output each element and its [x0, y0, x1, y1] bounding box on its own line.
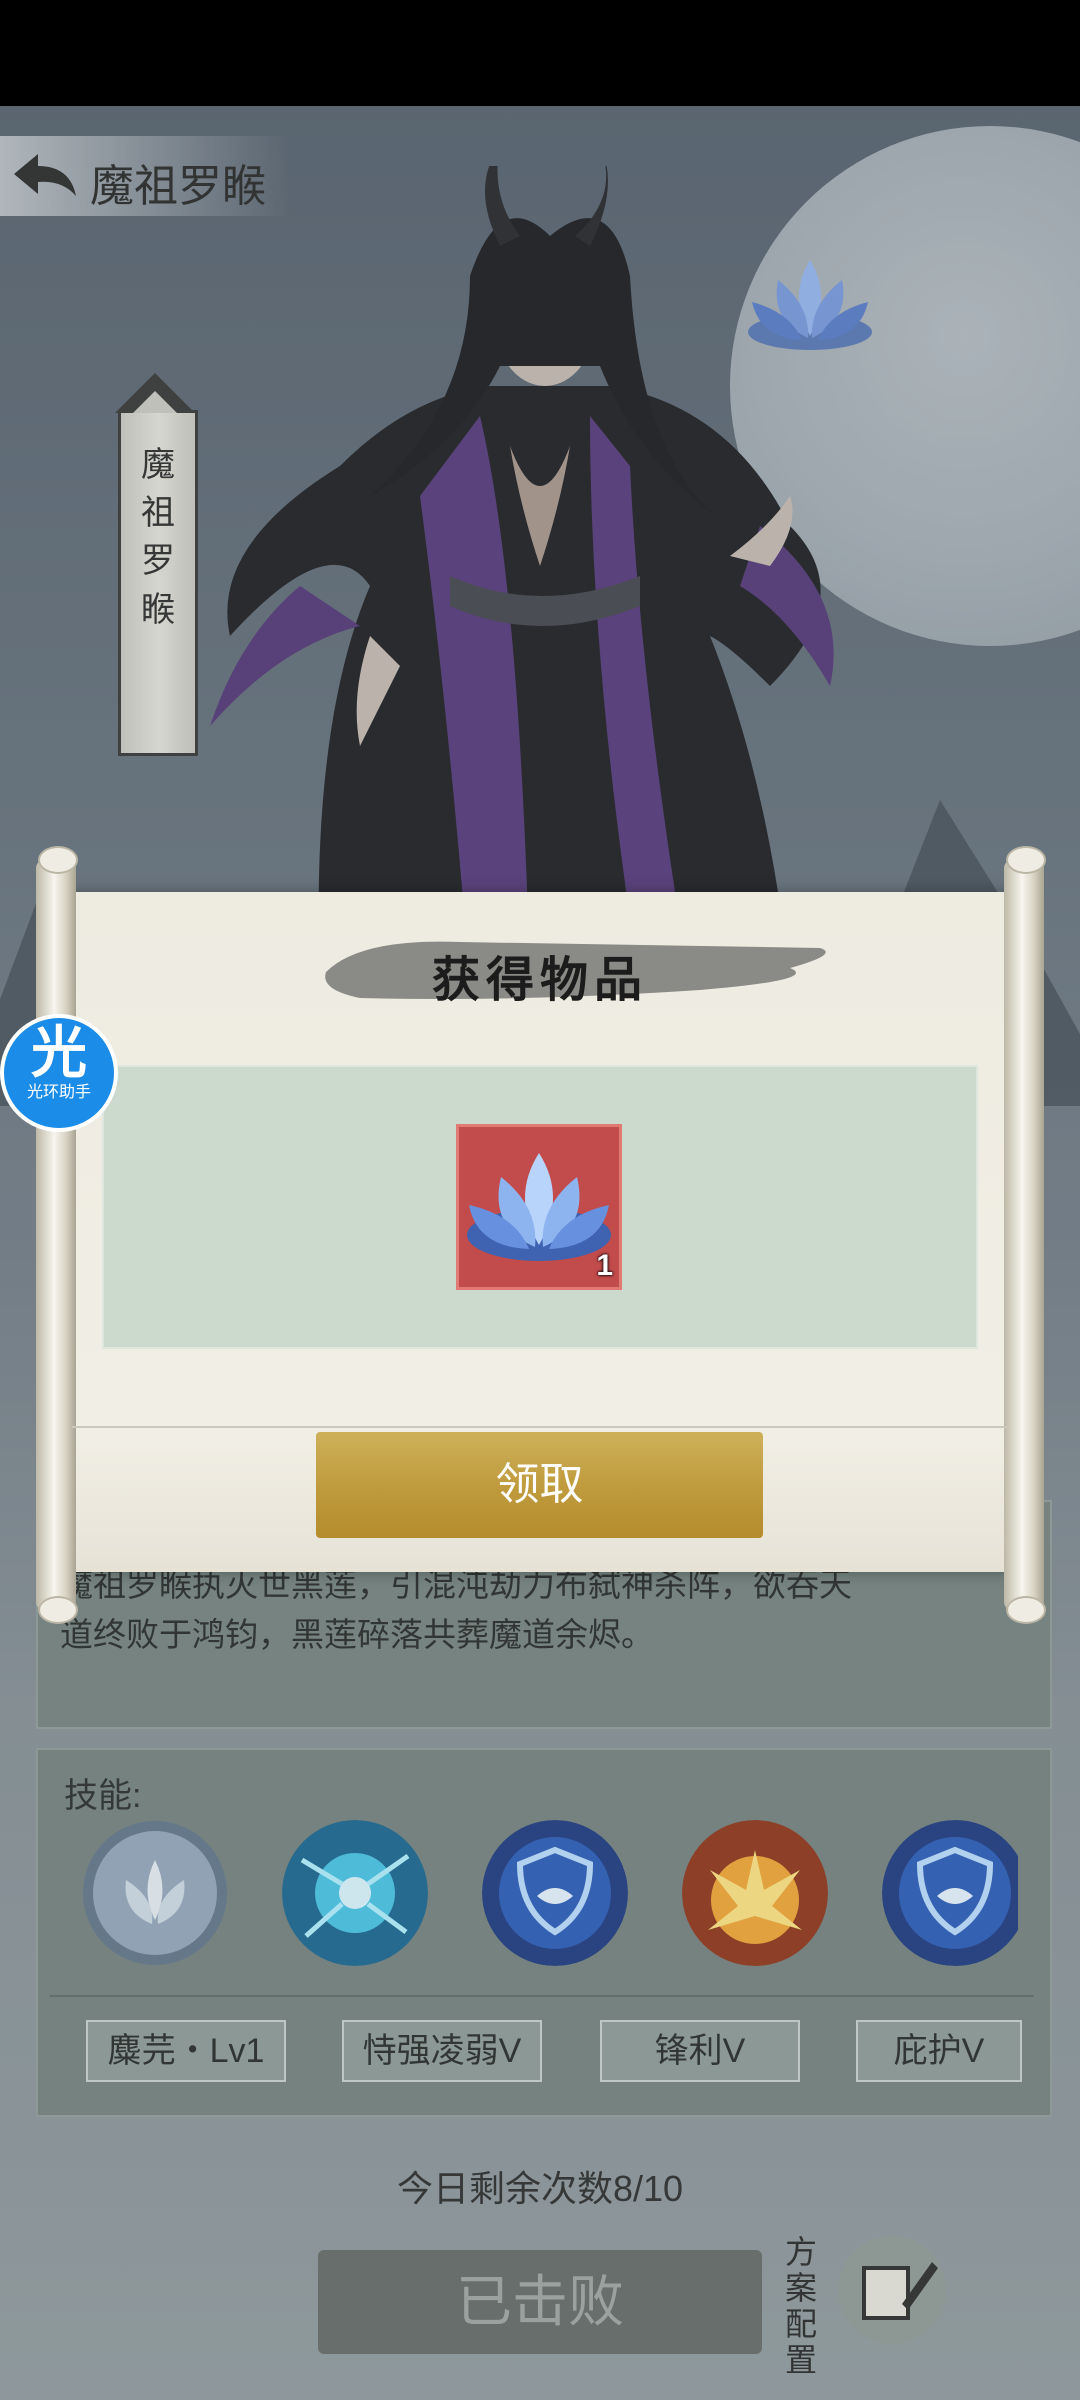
- assistant-float-button[interactable]: 光 光环助手: [0, 1014, 118, 1132]
- assistant-label: 光环助手: [26, 1084, 91, 1101]
- item-count: 1: [596, 1249, 613, 1282]
- roller-knob: [38, 846, 78, 874]
- modal-divider: [72, 1426, 1008, 1428]
- claim-button[interactable]: 领取: [316, 1432, 763, 1538]
- roller-knob: [1006, 1596, 1046, 1624]
- roller-knob: [38, 1596, 78, 1624]
- blue-lotus-icon: [467, 1153, 611, 1261]
- status-bar: [0, 0, 1080, 106]
- reward-item[interactable]: 1: [456, 1124, 622, 1290]
- roller-knob: [1006, 846, 1046, 874]
- modal-title: 获得物品: [431, 952, 648, 1008]
